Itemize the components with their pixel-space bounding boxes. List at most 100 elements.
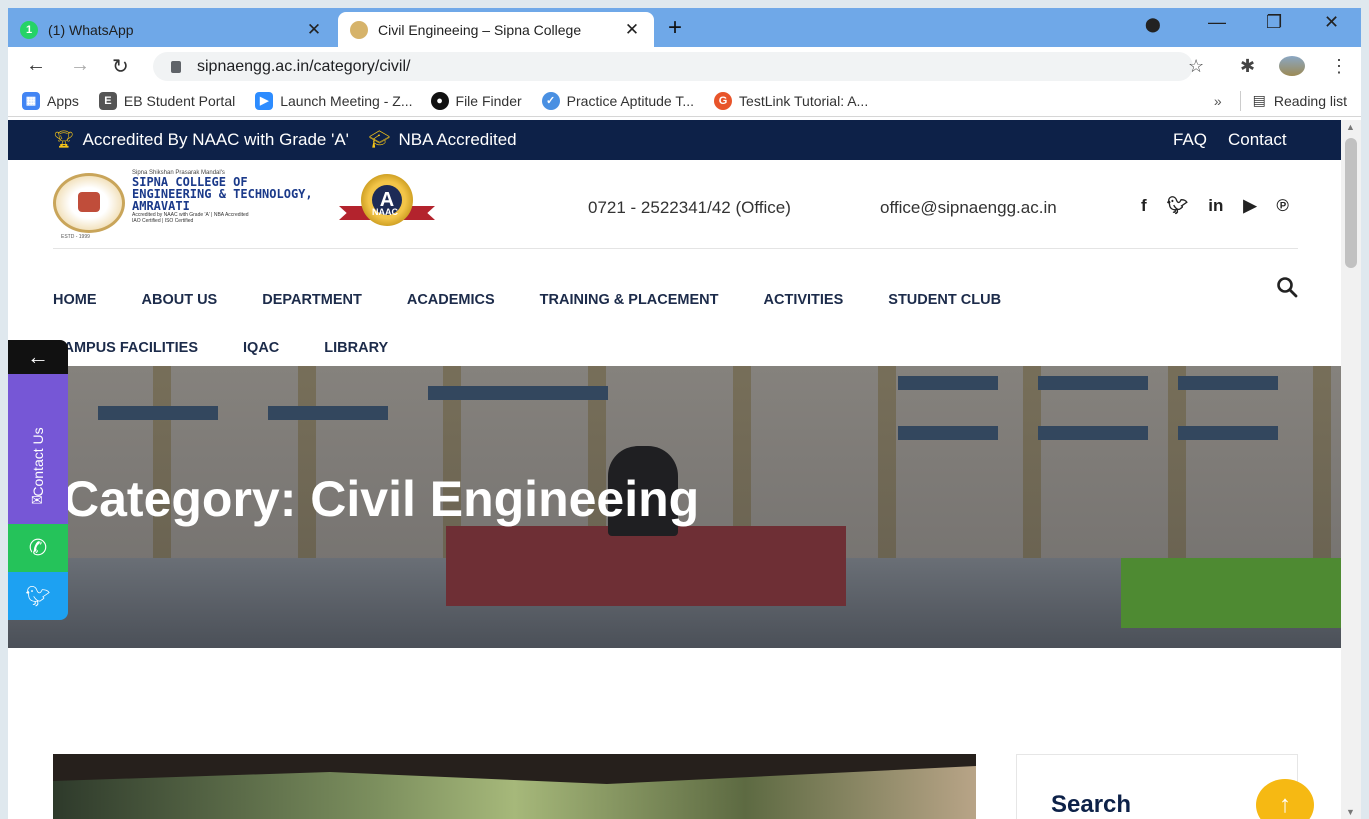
contact-us-label: Contact Us <box>30 427 46 497</box>
extensions-icon[interactable]: ✱ <box>1240 56 1255 77</box>
office-phone[interactable]: 0721 - 2522341/42 (Office) <box>588 198 791 218</box>
contact-link[interactable]: Contact <box>1228 130 1287 150</box>
close-tab-icon[interactable]: ✕ <box>622 20 642 40</box>
building-window <box>1178 426 1278 440</box>
bookmark-label: File Finder <box>455 92 522 109</box>
forward-icon[interactable]: → <box>70 54 90 77</box>
nav-home[interactable]: HOME <box>53 292 97 308</box>
faq-link[interactable]: FAQ <box>1173 130 1207 150</box>
tab-civil-engineering[interactable]: Civil Engineeing – Sipna College ✕ <box>338 12 654 47</box>
linkedin-icon[interactable]: in <box>1208 196 1223 216</box>
tab-strip: 1 (1) WhatsApp ✕ Civil Engineeing – Sipn… <box>8 8 1361 47</box>
nav-campus-facilities[interactable]: CAMPUS FACILITIES <box>53 340 198 356</box>
page-scrollbar[interactable]: ▲ ▼ <box>1341 120 1361 819</box>
apps-grid-icon: ▦ <box>22 91 40 110</box>
collapse-sidebar-button[interactable]: ← <box>8 340 68 374</box>
back-icon[interactable]: ← <box>26 54 46 77</box>
pinterest-icon[interactable]: ℗ <box>1276 196 1289 216</box>
minimize-icon[interactable]: — <box>1208 12 1226 33</box>
mail-icon: ✉ <box>31 492 43 508</box>
bookmark-apps[interactable]: ▦ Apps <box>22 91 79 110</box>
reload-icon[interactable]: ↻ <box>112 54 129 79</box>
scroll-to-top-button[interactable]: ↑ <box>1256 779 1314 819</box>
bookmark-file-finder[interactable]: ● File Finder <box>430 91 522 110</box>
post-thumbnail[interactable] <box>53 754 976 819</box>
building-window <box>428 386 608 400</box>
maximize-icon[interactable]: ❐ <box>1266 12 1282 33</box>
college-logo[interactable]: Sipna Shikshan Prasarak Mandal's SIPNA C… <box>53 168 443 242</box>
profile-avatar[interactable] <box>1279 56 1305 76</box>
lock-icon <box>171 60 181 73</box>
close-tab-icon[interactable]: ✕ <box>304 20 324 40</box>
guru-icon: G <box>714 91 733 110</box>
naac-medal: A <box>361 174 413 226</box>
nav-student-club[interactable]: STUDENT CLUB <box>888 292 1001 308</box>
search-widget-title: Search <box>1051 791 1132 818</box>
bookmark-zoom[interactable]: ▶ Launch Meeting - Z... <box>255 91 413 110</box>
nav-department[interactable]: DEPARTMENT <box>262 292 362 308</box>
tab-whatsapp[interactable]: 1 (1) WhatsApp ✕ <box>8 12 336 47</box>
address-bar[interactable]: sipnaengg.ac.in/category/civil/ <box>153 52 1193 81</box>
bookmark-testlink[interactable]: G TestLink Tutorial: A... <box>714 91 869 110</box>
nav-activities[interactable]: ACTIVITIES <box>764 292 844 308</box>
bookmark-label: Apps <box>47 92 79 109</box>
whatsapp-icon[interactable]: ✆ <box>8 524 68 572</box>
bookmark-star-icon[interactable]: ☆ <box>1188 56 1204 77</box>
building-window <box>1178 376 1278 390</box>
github-icon: ● <box>430 91 449 110</box>
scroll-down-icon[interactable]: ▼ <box>1346 807 1355 817</box>
bookmark-eb-student-portal[interactable]: E EB Student Portal <box>98 91 236 110</box>
tab-title: Civil Engineeing – Sipna College <box>378 21 582 38</box>
menu-icon[interactable]: ⋮ <box>1330 56 1348 77</box>
nav-about-us[interactable]: ABOUT US <box>142 292 218 308</box>
estd-label: ESTD - 1999 <box>61 234 90 240</box>
nav-academics[interactable]: ACADEMICS <box>407 292 495 308</box>
header-divider <box>53 248 1298 249</box>
accreditation-text: Accredited By NAAC with Grade 'A' <box>82 130 349 149</box>
canopy <box>53 754 976 784</box>
page-title: Category: Civil Engineeing <box>63 471 700 527</box>
naac-accreditation: 🏆︎ Accredited By NAAC with Grade 'A' <box>53 130 349 150</box>
social-links: f 🐦︎ in ▶ ℗ <box>1141 196 1289 216</box>
college-name-line3: AMRAVATI <box>132 199 190 213</box>
twitter-icon[interactable]: 🐦︎ <box>1167 196 1189 216</box>
scrollbar-thumb[interactable] <box>1345 138 1357 268</box>
bookmarks-overflow-button[interactable]: » <box>1214 93 1222 109</box>
nav-library[interactable]: LIBRARY <box>324 340 388 356</box>
bookmark-practice-aptitude[interactable]: ✓ Practice Aptitude T... <box>541 91 694 110</box>
naac-label: NAAC <box>372 207 398 217</box>
naac-badge-icon: A NAAC <box>339 172 435 238</box>
close-window-icon[interactable]: ✕ <box>1324 12 1339 33</box>
hero-banner: Category: Civil Engineeing <box>8 366 1341 648</box>
facebook-icon[interactable]: f <box>1141 196 1147 216</box>
contact-us-float-button[interactable]: Contact Us ✉ <box>8 374 68 524</box>
college-seal-icon <box>53 173 125 233</box>
reading-list-group: » ▤ Reading list <box>1214 90 1347 111</box>
nav-row-1: HOME ABOUT US DEPARTMENT ACADEMICS TRAIN… <box>53 276 1053 324</box>
twitter-float-icon[interactable]: 🐦︎ <box>8 572 68 620</box>
building-window <box>898 376 998 390</box>
nav-training-placement[interactable]: TRAINING & PLACEMENT <box>540 292 719 308</box>
toolbar-divider <box>1239 90 1241 111</box>
building-window <box>1038 426 1148 440</box>
new-tab-icon[interactable]: + <box>668 14 682 42</box>
certification-line: IAO Certified | ISO Certified <box>132 218 194 224</box>
profile-dropdown-icon[interactable]: ⬤ <box>1145 16 1161 33</box>
search-icon[interactable] <box>1276 276 1298 298</box>
nav-row-2: CAMPUS FACILITIES IQAC LIBRARY <box>53 324 1053 372</box>
bookmark-label: Launch Meeting - Z... <box>280 92 413 109</box>
nav-iqac[interactable]: IQAC <box>243 340 279 356</box>
scroll-up-icon[interactable]: ▲ <box>1346 122 1355 132</box>
building-window <box>98 406 218 420</box>
building-window <box>268 406 388 420</box>
office-email[interactable]: office@sipnaengg.ac.in <box>880 198 1057 218</box>
bookmark-label: TestLink Tutorial: A... <box>739 92 869 109</box>
memorial-plinth <box>446 526 846 606</box>
reading-list-icon: ▤ <box>1252 92 1266 108</box>
graduation-cap-icon: 🎓︎ <box>368 130 391 149</box>
reading-list-button[interactable]: Reading list <box>1274 93 1347 109</box>
nba-text: NBA Accredited <box>398 130 517 149</box>
bookmark-label: EB Student Portal <box>123 92 236 109</box>
youtube-icon[interactable]: ▶ <box>1243 196 1256 216</box>
lawn <box>1121 558 1341 628</box>
